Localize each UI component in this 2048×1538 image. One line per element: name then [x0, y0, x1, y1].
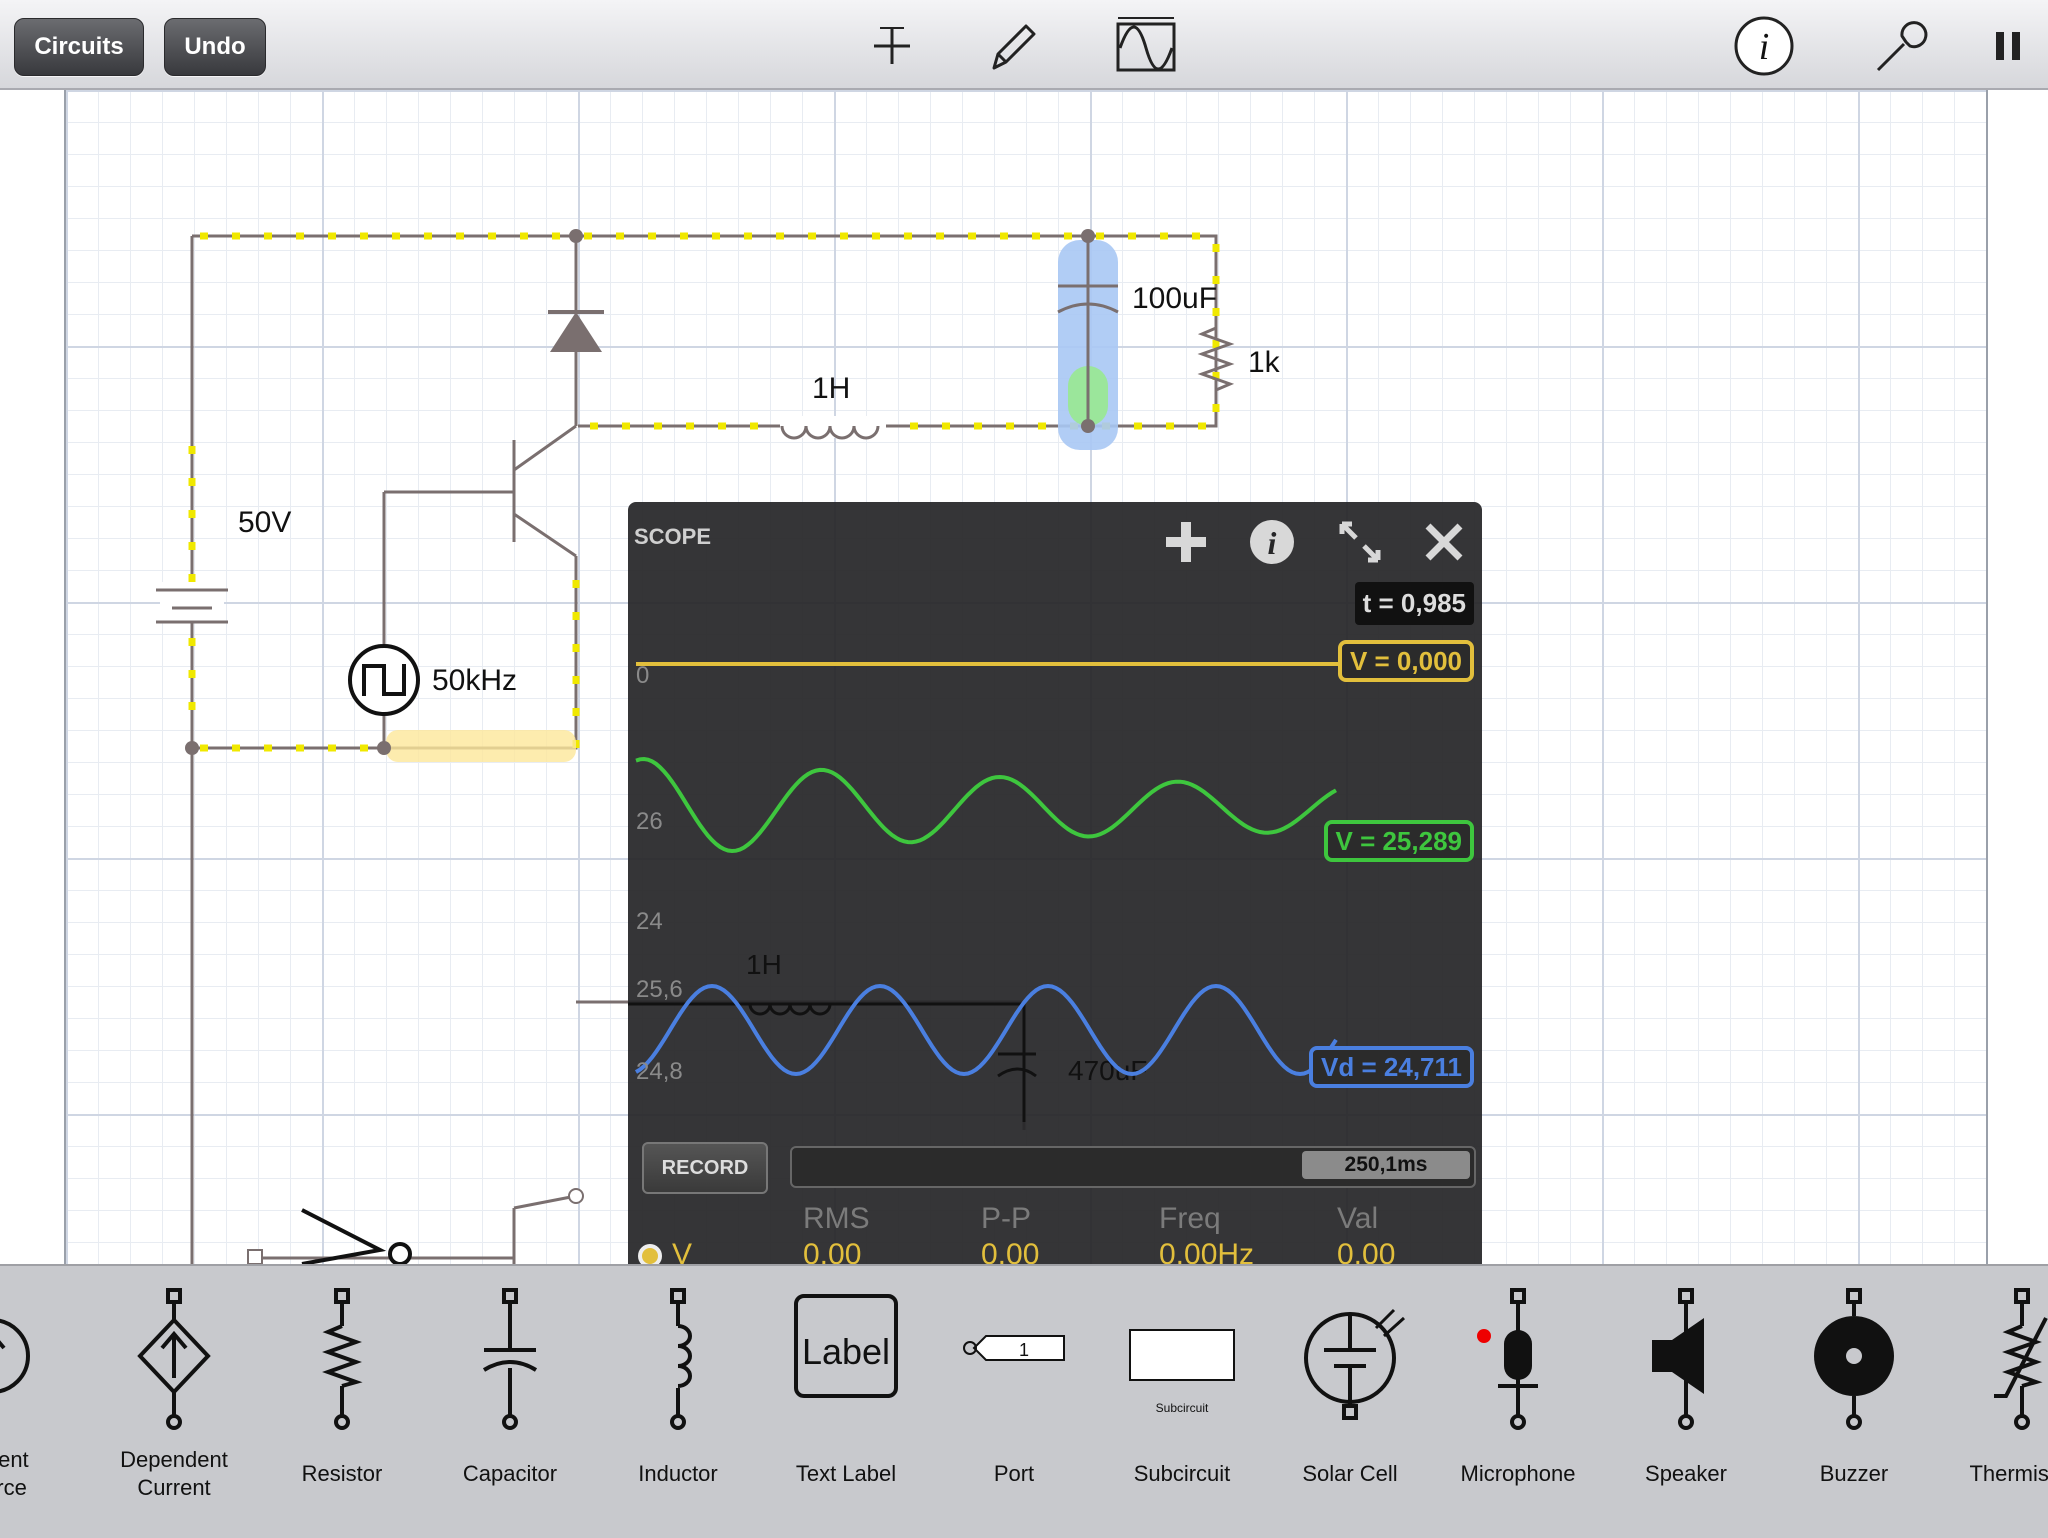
palette-item-label: Text Label	[795, 1461, 897, 1486]
palette-item-dependent-current[interactable]: Dependent Current	[90, 1266, 258, 1538]
dependent-current-icon	[137, 1288, 211, 1430]
trace-vd-blue	[634, 983, 1338, 1077]
svg-text:1: 1	[1019, 1340, 1029, 1360]
trace-2-axis-label-top: 26	[636, 808, 663, 835]
palette-item-text-label[interactable]: Label Text Label	[762, 1266, 930, 1538]
resistor-icon	[322, 1288, 363, 1430]
header-freq: Freq	[1159, 1202, 1221, 1235]
palette-item-label: Solar Cell	[1302, 1461, 1398, 1486]
time-window-slider[interactable]: 250,1ms	[790, 1146, 1476, 1188]
palette-item-label: Inductor	[638, 1461, 718, 1486]
palette-item-capacitor[interactable]: Capacitor	[426, 1266, 594, 1538]
trace-2-axis-label-bottom: 24	[636, 908, 663, 935]
inductor-symbol	[780, 416, 886, 440]
wire	[382, 490, 448, 650]
thermistor-icon	[1994, 1288, 2048, 1430]
subcircuit-icon: Subcircuit	[1129, 1329, 1235, 1415]
resistor-label: 1k	[1248, 346, 1280, 379]
square-wave-source	[348, 644, 420, 716]
palette-item-label: Subcircuit	[1133, 1461, 1231, 1486]
svg-text:Subcircuit: Subcircuit	[1156, 1401, 1209, 1415]
trace-1-axis-label: 0	[636, 662, 650, 689]
port-icon: 1	[963, 1335, 1065, 1361]
pause-icon[interactable]	[1984, 14, 2032, 78]
palette-item-subcircuit[interactable]: Subcircuit Subcircuit	[1098, 1266, 1266, 1538]
palette-item-label: Resistor	[301, 1461, 383, 1486]
top-toolbar: Circuits Undo i	[0, 0, 2048, 90]
palette-item-buzzer[interactable]: Buzzer	[1770, 1266, 1938, 1538]
text-label-icon: Label	[794, 1294, 898, 1398]
voltage-source-label: 50V	[238, 506, 292, 539]
component-palette[interactable]: CurrentSource DependentCurrent Resistor Cap…	[0, 1264, 2048, 1538]
palette-item-speaker[interactable]: Speaker	[1602, 1266, 1770, 1538]
capacitor-label: 100uF	[1132, 282, 1216, 315]
microphone-icon	[1477, 1288, 1538, 1430]
info-icon[interactable]: i	[1732, 14, 1796, 78]
trace-3-value[interactable]: Vd = 24,711	[1309, 1046, 1474, 1088]
current-source-icon	[0, 1318, 30, 1394]
speaker-icon	[1652, 1288, 1704, 1430]
buzzer-icon	[1814, 1288, 1894, 1430]
wrench-icon[interactable]	[1866, 14, 1930, 78]
palette-item-inductor[interactable]: Inductor	[594, 1266, 762, 1538]
palette-item-resistor[interactable]: Resistor	[258, 1266, 426, 1538]
inductor-bottom-label: 1H	[746, 949, 782, 980]
palette-item-current-source[interactable]: CurrentSource	[0, 1266, 76, 1538]
palette-item-port[interactable]: 1 Port	[930, 1266, 1098, 1538]
svg-text:Label: Label	[802, 1331, 890, 1372]
square-source-label: 50kHz	[432, 664, 518, 697]
palette-item-label: Port	[993, 1461, 1035, 1486]
palette-item-label: Microphone	[1460, 1461, 1576, 1486]
pencil-icon[interactable]	[980, 14, 1044, 78]
palette-item-solar-cell[interactable]: Solar Cell	[1266, 1266, 1434, 1538]
palette-item-thermistor[interactable]: Thermistor	[1938, 1266, 2048, 1538]
circuits-button[interactable]: Circuits	[14, 18, 144, 76]
trace-3-axis-label-bottom: 24,8	[636, 1058, 683, 1085]
bottom-circuit-behind-scope	[628, 1002, 1037, 1122]
palette-item-microphone[interactable]: Microphone	[1434, 1266, 1602, 1538]
palette-item-label: Capacitor	[462, 1461, 558, 1486]
scope-wave-icon[interactable]	[1114, 14, 1178, 78]
diode-symbol	[548, 310, 604, 352]
record-button[interactable]: RECORD	[642, 1142, 768, 1194]
transistor	[448, 424, 577, 558]
palette-item-label: Speaker	[1645, 1461, 1727, 1486]
scope-plot: 1H 470uF	[628, 662, 1338, 1122]
palette-item-label: CurrentSource	[0, 1447, 29, 1500]
capacitor-icon	[482, 1288, 538, 1430]
palette-item-label: Buzzer	[1819, 1461, 1889, 1486]
header-val: Val	[1337, 1202, 1379, 1235]
wire	[512, 1194, 577, 1264]
palette-item-label: Thermistor	[1969, 1461, 2048, 1486]
trace-1-value[interactable]: V = 0,000	[1337, 640, 1474, 682]
palette-item-label: Dependent Current	[120, 1447, 228, 1500]
undo-button[interactable]: Undo	[164, 18, 266, 76]
trace-3-axis-label-top: 25,6	[636, 976, 683, 1003]
trace-v-green	[635, 756, 1337, 854]
time-window-value[interactable]: 250,1ms	[1302, 1151, 1470, 1179]
inductor-icon	[670, 1288, 692, 1430]
inductor-label: 1H	[812, 372, 851, 405]
header-pp: P-P	[981, 1202, 1032, 1235]
svg-text:i: i	[1759, 26, 1770, 68]
battery-symbol	[156, 582, 228, 624]
capacitor-symbol	[1057, 240, 1119, 450]
trace-2-value[interactable]: V = 25,289	[1323, 820, 1474, 862]
solar-cell-icon	[1304, 1308, 1406, 1420]
logic-inverter-symbol	[247, 1208, 412, 1264]
add-icon[interactable]	[860, 14, 924, 78]
header-rms: RMS	[803, 1202, 870, 1235]
scope-panel[interactable]: SCOPE i t = 0,985 1H 470uF 0 26 24 25,6 …	[628, 502, 1482, 1360]
